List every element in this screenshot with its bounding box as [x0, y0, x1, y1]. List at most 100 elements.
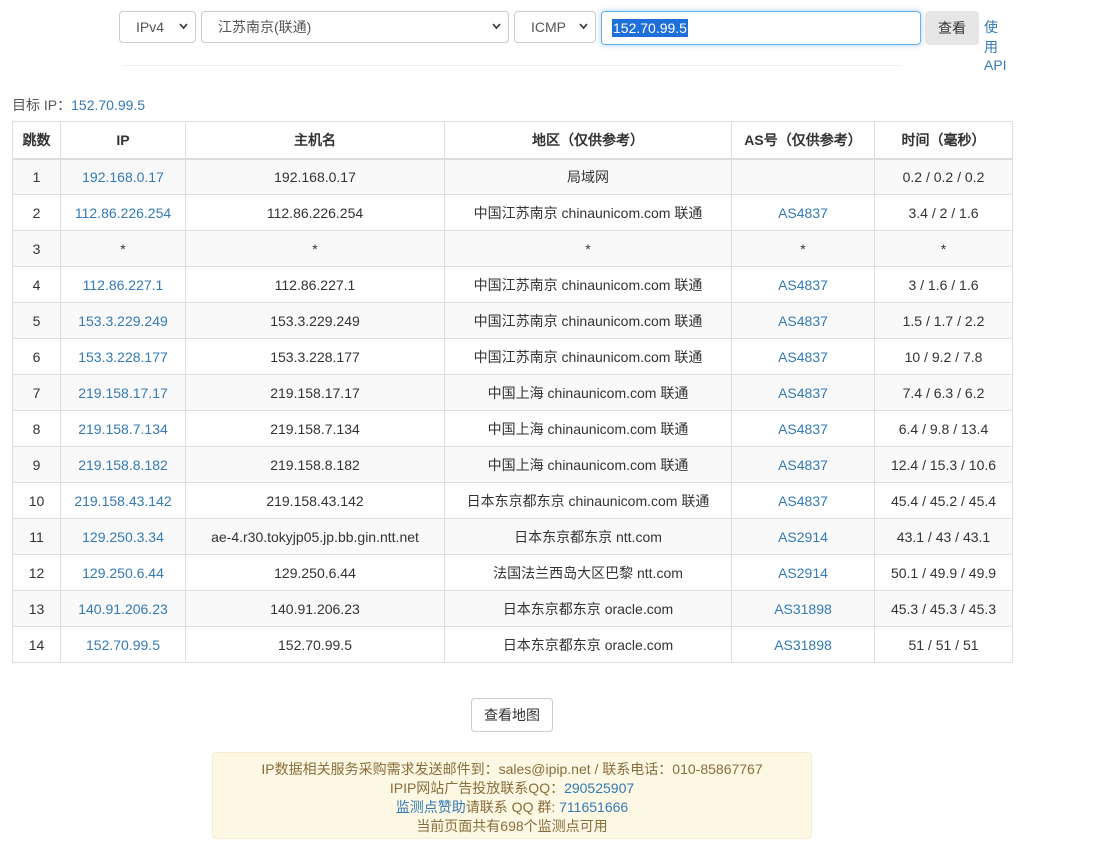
table-header-row: 跳数 IP 主机名 地区（仅供参考） AS号（仅供参考） 时间（毫秒） — [12, 121, 1013, 160]
target-input-value: 152.70.99.5 — [612, 19, 688, 37]
as-link[interactable]: AS4837 — [778, 277, 828, 293]
as-link[interactable]: AS4837 — [778, 457, 828, 473]
ip-cell: 112.86.227.1 — [60, 266, 186, 303]
header-location: 地区（仅供参考） — [444, 121, 732, 160]
host-cell: 153.3.229.249 — [185, 302, 445, 339]
location-cell: 日本东京都东京 oracle.com — [444, 626, 732, 663]
as-cell: AS4837 — [731, 482, 875, 519]
table-row: 1 192.168.0.17 192.168.0.17 局域网 0.2 / 0.2 / … — [12, 158, 1013, 195]
location-cell: 局域网 — [444, 158, 732, 195]
ip-link[interactable]: 152.70.99.5 — [86, 637, 160, 653]
as-link[interactable]: AS2914 — [778, 529, 828, 545]
host-cell: 219.158.43.142 — [185, 482, 445, 519]
query-button[interactable]: 查看 — [925, 11, 979, 45]
as-link[interactable]: AS4837 — [778, 349, 828, 365]
target-ip-link[interactable]: 152.70.99.5 — [71, 97, 145, 113]
ip-cell: 219.158.43.142 — [60, 482, 186, 519]
ip-link[interactable]: 219.158.43.142 — [74, 493, 171, 509]
time-cell: 0.2 / 0.2 / 0.2 — [874, 158, 1013, 195]
ip-link[interactable]: 129.250.3.34 — [82, 529, 164, 545]
host-cell: 112.86.226.254 — [185, 194, 445, 231]
as-cell: AS4837 — [731, 410, 875, 447]
hop-cell: 14 — [12, 626, 61, 663]
ip-link[interactable]: 153.3.229.249 — [78, 313, 168, 329]
table-row: 8 219.158.7.134 219.158.7.134 中国上海 chinauni… — [12, 410, 1013, 447]
ip-link[interactable]: 219.158.8.182 — [78, 457, 168, 473]
table-row: 5 153.3.229.249 153.3.229.249 中国江苏南京 chinau… — [12, 302, 1013, 339]
ip-link[interactable]: 219.158.17.17 — [78, 385, 168, 401]
hop-cell: 12 — [12, 554, 61, 591]
table-row: 13 140.91.206.23 140.91.206.23 日本东京都东京 orac… — [12, 590, 1013, 627]
table-row: 6 153.3.228.177 153.3.228.177 中国江苏南京 chinau… — [12, 338, 1013, 375]
qq-group-link[interactable]: 711651666 — [559, 799, 628, 815]
ip-cell: * — [60, 230, 186, 267]
time-cell: 7.4 / 6.3 / 6.2 — [874, 374, 1013, 411]
location-cell: 法国法兰西岛大区巴黎 ntt.com — [444, 554, 732, 591]
ad-qq-link[interactable]: 290525907 — [564, 780, 634, 796]
traceroute-table: 跳数 IP 主机名 地区（仅供参考） AS号（仅供参考） 时间（毫秒） 1 192… — [12, 121, 1013, 663]
as-link[interactable]: AS4837 — [778, 421, 828, 437]
as-link[interactable]: AS4837 — [778, 385, 828, 401]
table-row: 14 152.70.99.5 152.70.99.5 日本东京都东京 oracle.c… — [12, 626, 1013, 663]
ip-link[interactable]: 192.168.0.17 — [82, 169, 164, 185]
time-cell: 6.4 / 9.8 / 13.4 — [874, 410, 1013, 447]
ip-link[interactable]: 153.3.228.177 — [78, 349, 168, 365]
time-cell: 1.5 / 1.7 / 2.2 — [874, 302, 1013, 339]
host-cell: 140.91.206.23 — [185, 590, 445, 627]
as-cell: AS4837 — [731, 302, 875, 339]
hop-cell: 7 — [12, 374, 61, 411]
hop-cell: 9 — [12, 446, 61, 483]
table-row: 9 219.158.8.182 219.158.8.182 中国上海 chinauni… — [12, 446, 1013, 483]
table-body: 1 192.168.0.17 192.168.0.17 局域网 0.2 / 0.2 / … — [12, 158, 1013, 663]
api-link[interactable]: 使用API — [984, 17, 1007, 73]
as-link[interactable]: AS31898 — [774, 637, 832, 653]
notice-contact-line: IP数据相关服务采购需求发送邮件到：sales@ipip.net / 联系电话：… — [261, 761, 763, 777]
location-cell: 中国上海 chinaunicom.com 联通 — [444, 446, 732, 483]
notice-ad-line: IPIP网站广告投放联系QQ：290525907 — [213, 779, 811, 798]
as-cell: * — [731, 230, 875, 267]
as-link[interactable]: AS2914 — [778, 565, 828, 581]
notice-sponsor-label: 请联系 QQ 群: — [465, 799, 560, 815]
target-input[interactable]: 152.70.99.5 — [601, 11, 921, 45]
hop-cell: 6 — [12, 338, 61, 375]
host-cell: 219.158.7.134 — [185, 410, 445, 447]
method-select[interactable]: ICMP — [514, 11, 596, 43]
header-ip: IP — [60, 121, 186, 160]
time-cell: 43.1 / 43 / 43.1 — [874, 518, 1013, 555]
as-cell: AS2914 — [731, 554, 875, 591]
as-cell: AS4837 — [731, 446, 875, 483]
protocol-select[interactable]: IPv4 — [119, 11, 196, 43]
table-row: 7 219.158.17.17 219.158.17.17 中国上海 chinauni… — [12, 374, 1013, 411]
time-cell: 45.3 / 45.3 / 45.3 — [874, 590, 1013, 627]
table-row: 3 * * * * * — [12, 230, 1013, 267]
target-ip-label: 目标 IP： — [12, 97, 72, 113]
ip-link[interactable]: 129.250.6.44 — [82, 565, 164, 581]
as-cell: AS31898 — [731, 590, 875, 627]
host-cell: 219.158.17.17 — [185, 374, 445, 411]
ip-link[interactable]: 112.86.226.254 — [75, 205, 171, 221]
as-cell — [731, 158, 875, 195]
ip-link[interactable]: 140.91.206.23 — [78, 601, 168, 617]
as-link[interactable]: AS4837 — [778, 493, 828, 509]
notice-sponsor-line: 监测点赞助请联系 QQ 群: 711651666 — [213, 798, 811, 817]
ip-cell: 219.158.7.134 — [60, 410, 186, 447]
ip-link[interactable]: 219.158.7.134 — [78, 421, 168, 437]
location-cell: 中国江苏南京 chinaunicom.com 联通 — [444, 266, 732, 303]
as-link[interactable]: AS31898 — [774, 601, 832, 617]
ip-link[interactable]: 112.86.227.1 — [83, 277, 164, 293]
hop-cell: 8 — [12, 410, 61, 447]
sponsor-link[interactable]: 监测点赞助 — [396, 799, 466, 815]
ip-cell: 153.3.229.249 — [60, 302, 186, 339]
hop-cell: 4 — [12, 266, 61, 303]
node-select[interactable]: 江苏南京(联通) — [201, 11, 509, 43]
table-row: 11 129.250.3.34 ae-4.r30.tokyjp05.jp.bb.gi… — [12, 518, 1013, 555]
ip-cell: 219.158.8.182 — [60, 446, 186, 483]
as-link[interactable]: AS4837 — [778, 313, 828, 329]
ip-cell: 129.250.3.34 — [60, 518, 186, 555]
view-map-button[interactable]: 查看地图 — [471, 698, 553, 732]
header-hostname: 主机名 — [185, 121, 445, 160]
time-cell: * — [874, 230, 1013, 267]
ip-cell: 192.168.0.17 — [60, 158, 186, 195]
host-cell: 219.158.8.182 — [185, 446, 445, 483]
as-link[interactable]: AS4837 — [778, 205, 828, 221]
